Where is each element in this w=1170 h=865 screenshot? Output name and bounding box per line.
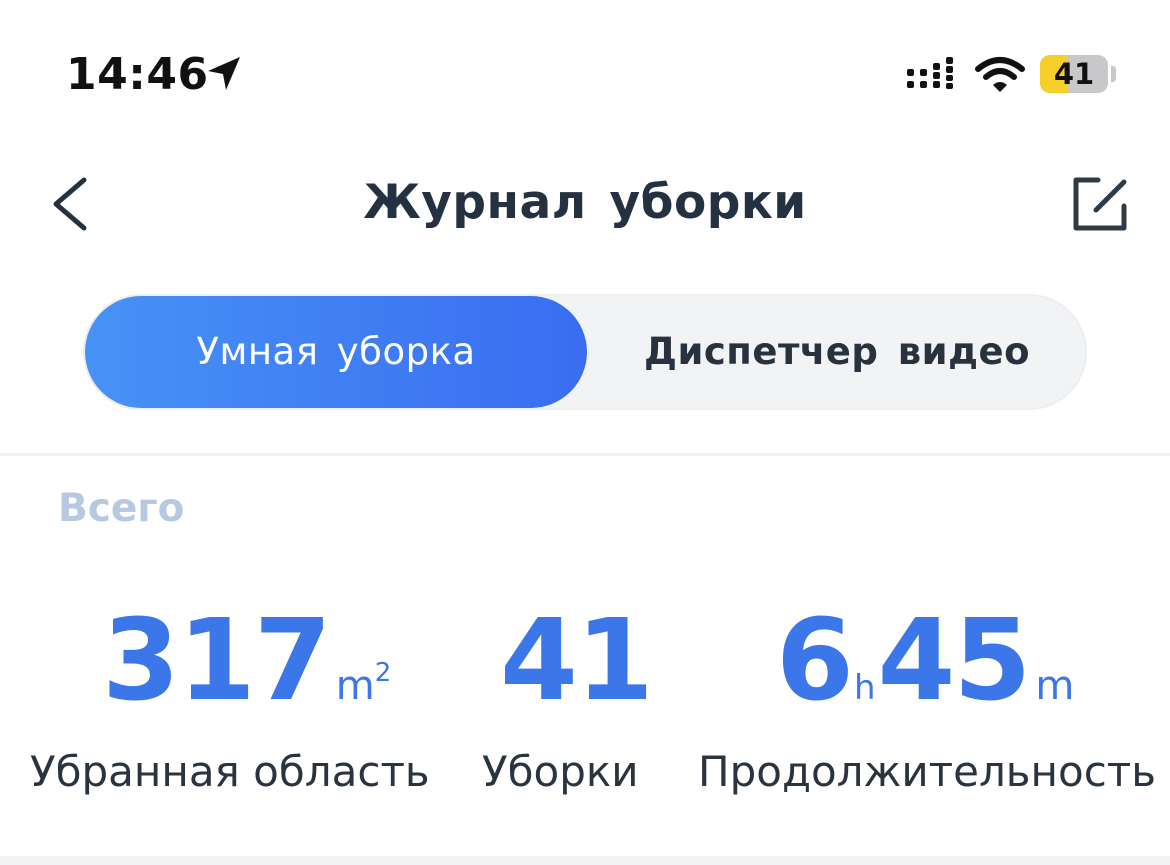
back-button[interactable] xyxy=(36,168,108,240)
chevron-left-icon xyxy=(53,177,87,231)
edit-icon xyxy=(1073,177,1127,231)
cellular-signal-icon xyxy=(907,57,953,89)
tab-video-manager[interactable]: Диспетчер видео xyxy=(587,294,1087,410)
tab-switcher: Умная уборка Диспетчер видео xyxy=(83,294,1087,410)
cleaning-log-screen: 14:46 41 Журнал уборки Умная уборка Дисп… xyxy=(0,0,1170,865)
page-title: Журнал уборки xyxy=(363,175,807,230)
duration-hours: 6 xyxy=(776,596,854,726)
cleanings-count-value: 41 xyxy=(500,596,654,726)
status-bar: 14:46 41 xyxy=(0,0,1170,140)
wifi-icon xyxy=(975,57,1025,92)
status-time: 14:46 xyxy=(66,49,209,100)
cleaned-area-value: 317 m2 xyxy=(102,596,391,726)
bottom-band xyxy=(0,856,1170,865)
edit-button[interactable] xyxy=(1064,168,1136,240)
cleanings-count-label: Уборки xyxy=(482,747,639,796)
summary-section-label: Всего xyxy=(58,486,185,531)
duration-value: 6h45 m xyxy=(776,596,1074,726)
location-arrow-icon xyxy=(208,57,240,90)
duration-label: Продолжительность xyxy=(698,747,1157,796)
cleaned-area-unit-sup: 2 xyxy=(374,658,392,688)
divider xyxy=(0,453,1170,456)
cleaned-area-number: 317 xyxy=(102,596,332,726)
duration-hours-unit: h xyxy=(853,668,876,708)
duration-minutes-unit: m xyxy=(1035,663,1075,709)
battery-cap xyxy=(1111,66,1116,82)
battery-indicator: 41 xyxy=(1040,55,1108,93)
battery-level: 41 xyxy=(1053,57,1095,91)
cleaned-area-unit: m2 xyxy=(335,658,392,709)
tab-smart-cleaning[interactable]: Умная уборка xyxy=(85,296,587,408)
cleaned-area-unit-base: m xyxy=(335,663,375,709)
cleanings-count-number: 41 xyxy=(500,596,654,726)
cleaned-area-label: Убранная область xyxy=(30,747,430,796)
duration-minutes: 45 xyxy=(877,596,1032,726)
